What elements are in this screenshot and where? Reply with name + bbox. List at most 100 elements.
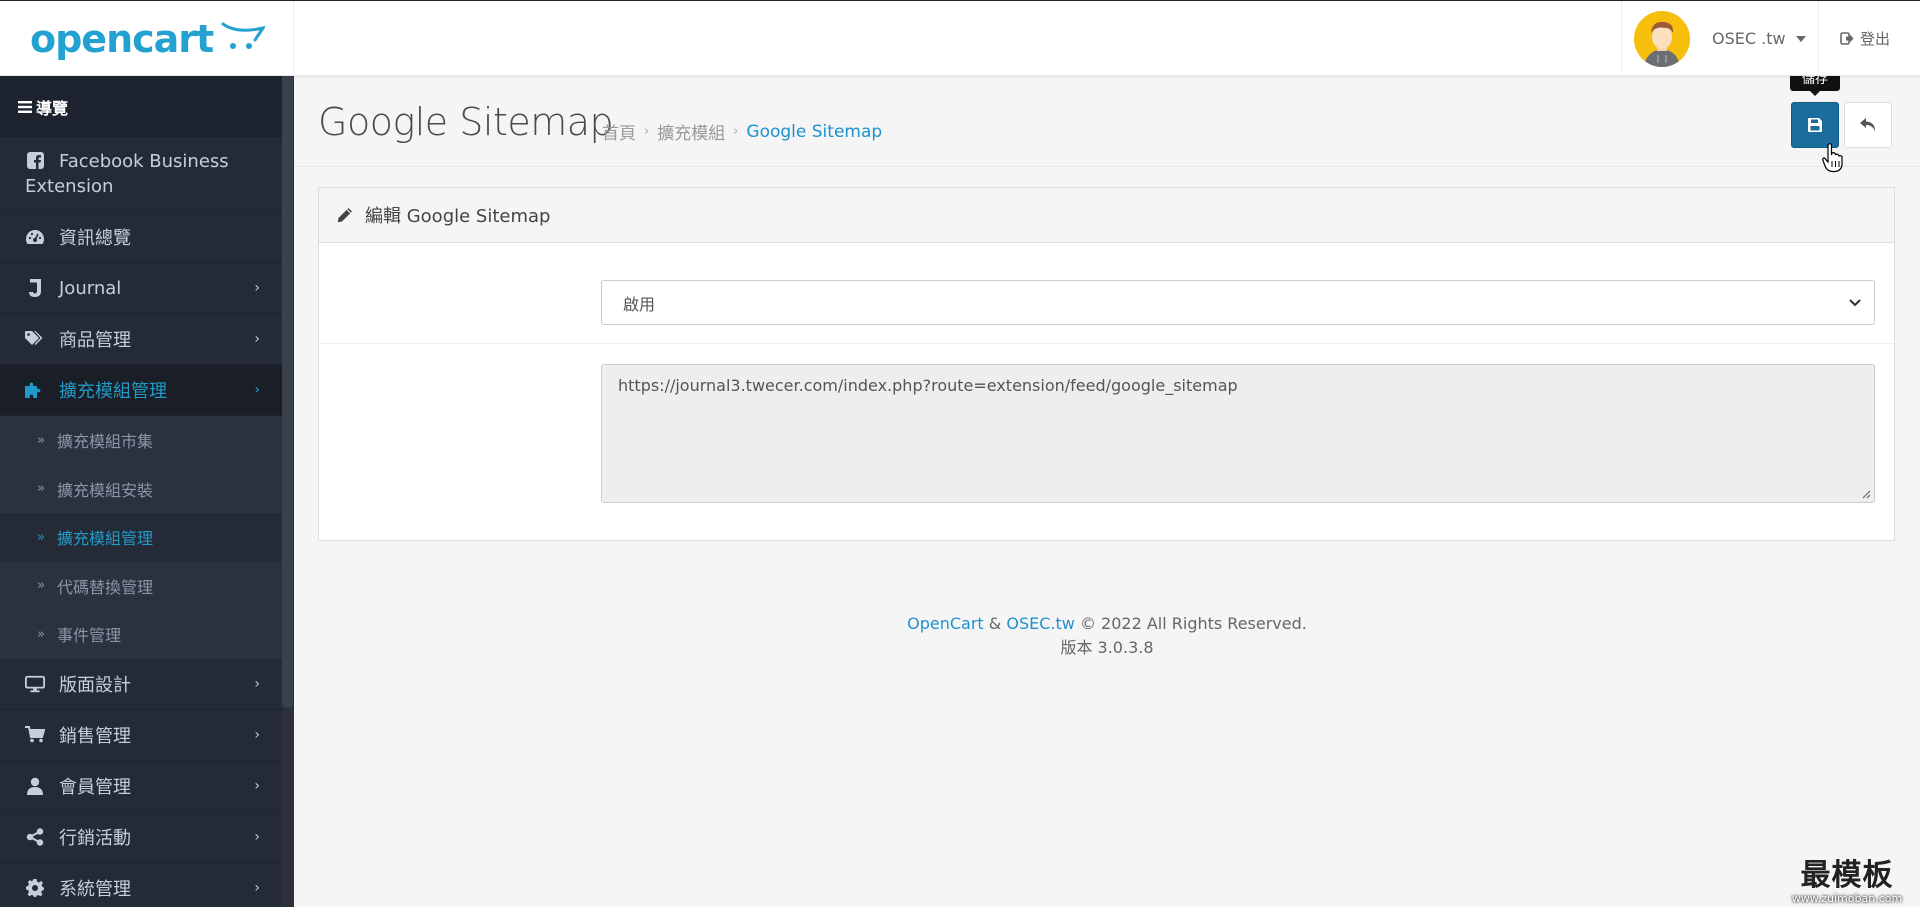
sidebar-subitem-label: 事件管理	[56, 626, 121, 646]
user-name: OSEC .tw	[1712, 29, 1786, 48]
logo-text: opencart	[30, 16, 214, 61]
sidebar-subitem-modifications[interactable]: » 代碼替換管理	[0, 561, 282, 610]
save-button[interactable]	[1791, 102, 1839, 148]
dashboard-icon	[25, 229, 45, 245]
double-angle-right-icon: »	[37, 626, 45, 642]
sidebar-nav: 導覽 Facebook Business Extension 資訊總覽 Jour…	[0, 76, 282, 907]
hand-cursor-icon	[1822, 143, 1843, 173]
sidebar-item-label: 資訊總覽	[59, 228, 131, 249]
desktop-icon	[25, 675, 45, 693]
page-header: Google Sitemap 首頁 › 擴充模組 › Google Sitema…	[294, 76, 1920, 167]
sidebar-item-facebook-business-extension[interactable]: Facebook Business Extension	[0, 137, 282, 212]
facebook-square-icon	[25, 152, 45, 169]
edit-panel: 編輯 Google Sitemap 狀態 啟用 資料 Feed 網址 https…	[318, 187, 1895, 541]
avatar	[1634, 10, 1690, 67]
sign-out-icon	[1840, 32, 1854, 45]
sidebar-subitem-label: 代碼替換管理	[56, 577, 153, 597]
cart-logo-icon	[221, 22, 266, 49]
sidebar-item-dashboard[interactable]: 資訊總覽	[0, 212, 282, 263]
logout-link[interactable]: 登出	[1840, 1, 1890, 76]
logo[interactable]: opencart	[0, 1, 294, 76]
floppy-disk-icon	[1808, 118, 1822, 132]
journal-icon	[25, 279, 45, 297]
breadcrumb-separator-icon: ›	[644, 124, 650, 139]
sidebar-item-design[interactable]: 版面設計 ›	[0, 659, 282, 710]
feed-url-textarea[interactable]: https://journal3.twecer.com/index.php?ro…	[601, 364, 1875, 503]
watermark-url: www.zuimoban.com	[1791, 892, 1903, 905]
chevron-right-icon: ›	[254, 726, 260, 743]
back-button[interactable]	[1844, 102, 1892, 148]
tags-icon	[25, 331, 45, 347]
puzzle-piece-icon	[25, 381, 45, 399]
sidebar-subitem-installer[interactable]: » 擴充模組安裝	[0, 464, 282, 513]
user-avatar-icon	[1644, 21, 1680, 67]
footer-rights: © 2022 All Rights Reserved.	[1079, 614, 1307, 633]
sidebar-item-label: 行銷活動	[59, 827, 131, 849]
sidebar-subitem-label: 擴充模組管理	[56, 529, 153, 549]
double-angle-right-icon: »	[37, 481, 45, 497]
panel-heading: 編輯 Google Sitemap	[319, 188, 1894, 243]
panel-title: 編輯 Google Sitemap	[365, 206, 551, 227]
pencil-icon	[337, 208, 352, 223]
breadcrumb-current[interactable]: Google Sitemap	[746, 122, 882, 142]
resize-handle-icon[interactable]	[1862, 490, 1871, 499]
chevron-right-icon: ›	[254, 675, 260, 692]
sidebar-item-label: 商品管理	[59, 330, 131, 351]
sidebar-item-journal[interactable]: Journal ›	[0, 263, 282, 314]
user-icon	[25, 777, 45, 795]
watermark: 最模板 www.zuimoban.com	[1782, 850, 1912, 905]
sidebar-item-extensions[interactable]: 擴充模組管理 ›	[0, 365, 282, 416]
logout-label: 登出	[1860, 30, 1891, 48]
sidebar-item-system[interactable]: 系統管理 ›	[0, 863, 282, 907]
page-title: Google Sitemap	[318, 100, 614, 144]
sidebar-subitem-events[interactable]: » 事件管理	[0, 610, 282, 659]
footer-osec-link[interactable]: OSEC.tw	[1006, 614, 1074, 633]
sidebar-item-marketing[interactable]: 行銷活動 ›	[0, 812, 282, 863]
double-angle-right-icon: »	[37, 578, 45, 594]
sidebar-subitem-label: 擴充模組安裝	[56, 480, 153, 500]
chevron-right-icon: ›	[254, 382, 260, 398]
user-menu-dropdown[interactable]: OSEC .tw	[1621, 1, 1819, 76]
sidebar-subitem-marketplace[interactable]: » 擴充模組市集	[0, 416, 282, 465]
breadcrumb-home[interactable]: 首頁	[602, 119, 636, 144]
shopping-cart-icon	[25, 726, 45, 743]
status-select[interactable]: 啟用	[601, 280, 1875, 325]
double-angle-right-icon: »	[37, 529, 45, 545]
sidebar-item-customers[interactable]: 會員管理 ›	[0, 761, 282, 812]
top-header: opencart OSEC .tw 登出	[0, 0, 1920, 76]
sidebar-item-catalog[interactable]: 商品管理 ›	[0, 314, 282, 365]
watermark-title: 最模板	[1800, 858, 1894, 893]
sidebar-item-label: 銷售管理	[59, 725, 131, 747]
double-angle-right-icon: »	[37, 432, 45, 448]
chevron-right-icon: ›	[254, 280, 260, 296]
footer-version: 版本 3.0.3.8	[1060, 638, 1154, 657]
status-select-value: 啟用	[623, 294, 656, 314]
breadcrumb: 首頁 › 擴充模組 › Google Sitemap	[602, 119, 882, 145]
footer-ampersand: &	[988, 614, 1002, 633]
chevron-right-icon: ›	[254, 828, 260, 845]
footer-opencart-link[interactable]: OpenCart	[907, 614, 984, 633]
footer: OpenCart & OSEC.tw © 2022 All Rights Res…	[294, 612, 1920, 660]
feed-url-value: https://journal3.twecer.com/index.php?ro…	[618, 376, 1238, 395]
footer-copyright: OpenCart & OSEC.tw © 2022 All Rights Res…	[294, 612, 1920, 636]
feed-url-form-row: 資料 Feed 網址 https://journal3.twecer.com/i…	[319, 344, 1894, 540]
chevron-right-icon: ›	[254, 879, 260, 896]
breadcrumb-extensions[interactable]: 擴充模組	[657, 119, 725, 144]
sidebar-item-label: 版面設計	[59, 674, 131, 696]
chevron-down-icon	[1849, 299, 1861, 307]
caret-down-icon	[1795, 35, 1806, 42]
bars-icon	[18, 100, 32, 113]
share-alt-icon	[25, 827, 45, 846]
breadcrumb-separator-icon: ›	[733, 124, 739, 139]
sidebar-item-label: Facebook Business Extension	[25, 151, 229, 197]
reply-icon	[1860, 118, 1875, 131]
sidebar-scrollbar-thumb[interactable]	[282, 76, 293, 708]
sidebar-subitem-label: 擴充模組市集	[56, 432, 153, 452]
sidebar-subitem-extensions[interactable]: » 擴充模組管理	[0, 513, 282, 562]
chevron-right-icon: ›	[254, 777, 260, 794]
cog-icon	[25, 878, 45, 897]
sidebar-item-sales[interactable]: 銷售管理 ›	[0, 710, 282, 761]
sidebar-item-label: Journal	[59, 277, 122, 299]
chevron-right-icon: ›	[254, 331, 260, 347]
sidebar-item-label: 擴充模組管理	[59, 381, 167, 402]
